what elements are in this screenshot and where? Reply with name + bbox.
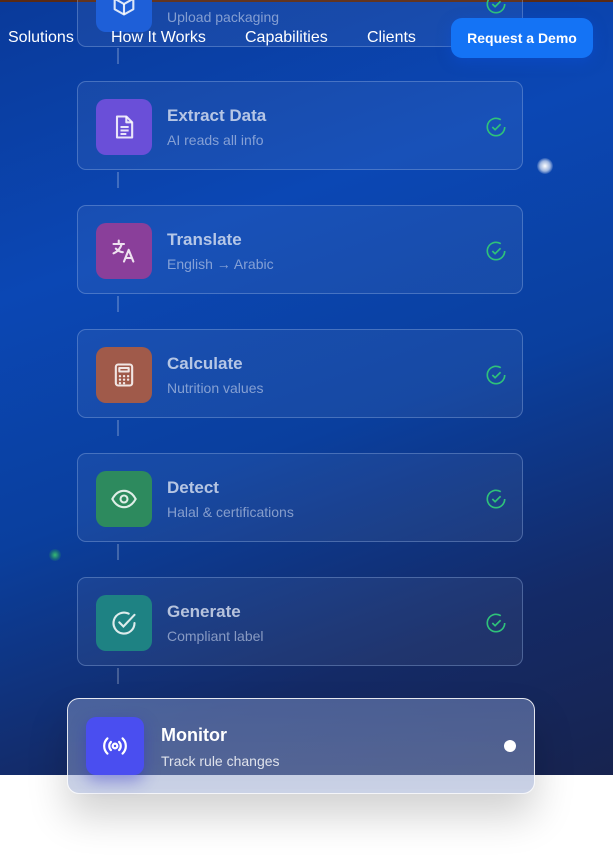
step-subtitle: Halal & certifications: [167, 504, 294, 520]
step-card-extract: Extract Data AI reads all info: [77, 81, 523, 170]
check-circle-icon: [486, 365, 506, 385]
step-connector: [117, 172, 119, 188]
check-circle-icon: [486, 117, 506, 137]
check-circle-icon: [486, 489, 506, 509]
step-subtitle: Nutrition values: [167, 380, 264, 396]
step-subtitle: Compliant label: [167, 628, 264, 644]
check-circle-icon: [486, 613, 506, 633]
step-card-monitor: Monitor Track rule changes: [67, 698, 535, 794]
step-connector: [117, 420, 119, 436]
hero-section: Upload packaging Solutions How It Works …: [0, 0, 613, 775]
step-subtitle: English → Arabic: [167, 256, 274, 272]
top-navigation: Solutions How It Works Capabilities Clie…: [0, 0, 613, 76]
nav-link-clients[interactable]: Clients: [367, 29, 416, 47]
translate-icon: [96, 223, 152, 279]
step-title: Monitor: [161, 725, 227, 745]
eye-icon: [96, 471, 152, 527]
request-demo-button[interactable]: Request a Demo: [451, 18, 593, 58]
calculator-icon: [96, 347, 152, 403]
step-title: Calculate: [167, 354, 243, 373]
document-icon: [96, 99, 152, 155]
step-subtitle: Track rule changes: [161, 753, 280, 769]
check-circle-icon: [96, 595, 152, 651]
active-indicator-dot: [504, 740, 516, 752]
step-title: Generate: [167, 602, 241, 621]
step-title: Extract Data: [167, 106, 267, 125]
nav-link-capabilities[interactable]: Capabilities: [245, 29, 328, 47]
step-card-translate: Translate English → Arabic: [77, 205, 523, 294]
glow-orb: [537, 158, 553, 174]
step-connector: [117, 296, 119, 312]
step-card-calculate: Calculate Nutrition values: [77, 329, 523, 418]
step-subtitle: AI reads all info: [167, 132, 264, 148]
nav-link-how-it-works[interactable]: How It Works: [111, 29, 206, 47]
glow-orb-green: [49, 549, 61, 561]
step-title: Translate: [167, 230, 242, 249]
step-title: Detect: [167, 478, 219, 497]
step-connector: [117, 668, 119, 684]
step-connector: [117, 544, 119, 560]
step-card-generate: Generate Compliant label: [77, 577, 523, 666]
check-circle-icon: [486, 241, 506, 261]
broadcast-icon: [86, 717, 144, 775]
step-card-detect: Detect Halal & certifications: [77, 453, 523, 542]
nav-link-solutions[interactable]: Solutions: [8, 29, 74, 47]
